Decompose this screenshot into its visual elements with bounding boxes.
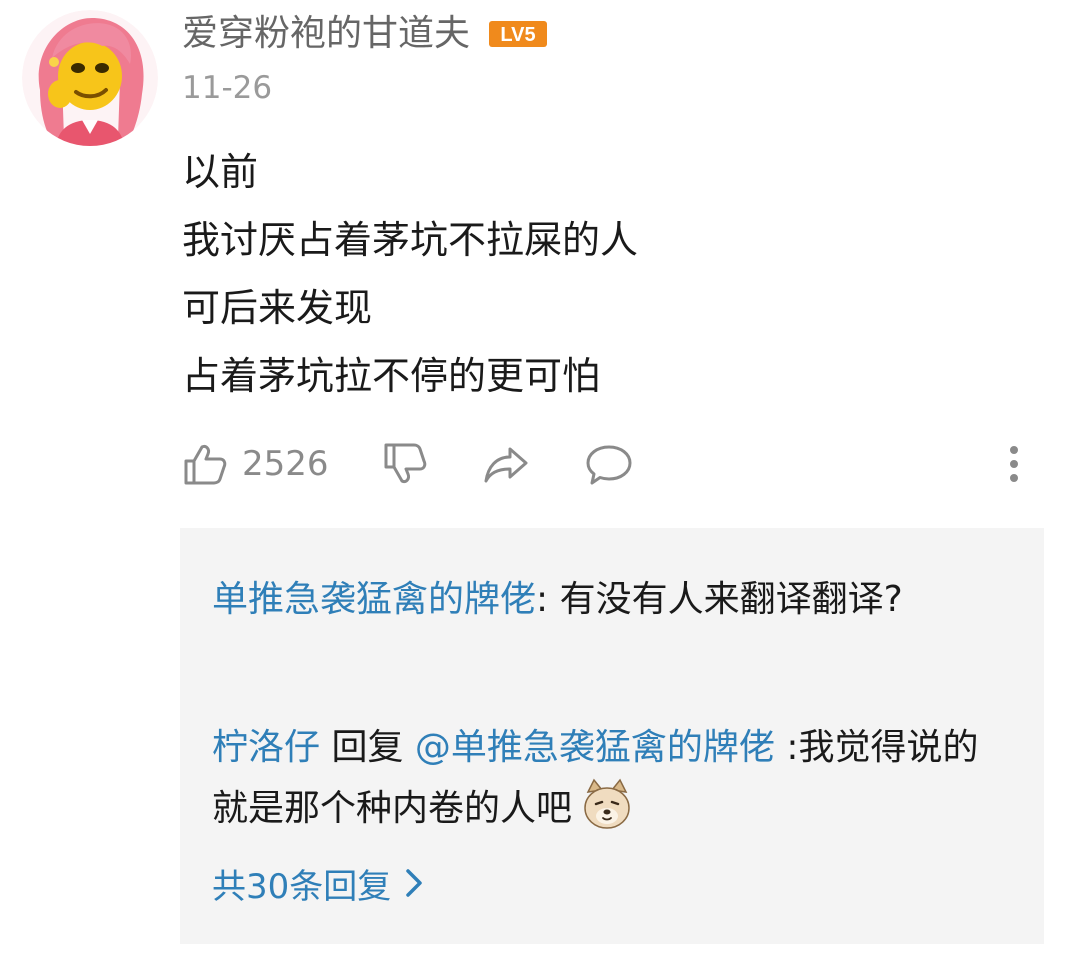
doge-emoji-icon: [580, 778, 634, 832]
level-badge: LV5: [488, 20, 548, 48]
reply-separator: :: [774, 727, 799, 768]
thumbs-down-icon: [384, 443, 427, 483]
view-all-replies-link[interactable]: 共30条回复: [212, 858, 423, 908]
comment-icon: [586, 445, 632, 485]
reply-item[interactable]: 柠洛仔 回复 @单推急袭猛禽的牌佬 :我觉得说的就是那个种内卷的人吧: [212, 718, 1002, 839]
comment-date: 11-26: [182, 70, 273, 106]
comment-line: 可后来发现: [182, 286, 373, 330]
like-count: 2526: [242, 444, 329, 484]
view-all-replies-label: 共30条回复: [212, 866, 392, 907]
reply-separator: :: [536, 579, 560, 620]
reply-mention-link[interactable]: @单推急袭猛禽的牌佬: [415, 727, 775, 768]
comment-thread: 爱穿粉袍的甘道夫 LV5 11-26 以前 我讨厌占着茅坑不拉屎的人 可后来发现…: [0, 0, 1080, 969]
username[interactable]: 爱穿粉袍的甘道夫: [182, 12, 470, 56]
replies-preview[interactable]: 单推急袭猛禽的牌佬: 有没有人来翻译翻译? 柠洛仔 回复 @单推急袭猛禽的牌佬 …: [180, 528, 1044, 944]
reply-item[interactable]: 单推急袭猛禽的牌佬: 有没有人来翻译翻译?: [212, 570, 1002, 630]
avatar[interactable]: [22, 10, 158, 146]
chevron-right-icon: [406, 869, 423, 897]
comment-header: 爱穿粉袍的甘道夫 LV5: [182, 12, 548, 56]
share-icon: [484, 447, 528, 483]
thumbs-up-icon: [184, 445, 227, 485]
level-badge-icon: LV5: [489, 21, 548, 47]
reply-author-link[interactable]: 柠洛仔: [212, 727, 320, 768]
comment-line: 我讨厌占着茅坑不拉屎的人: [182, 218, 639, 262]
reply-button[interactable]: [584, 436, 634, 492]
comment-line: 占着茅坑拉不停的更可怕: [182, 354, 601, 398]
reply-verb: 回复: [320, 727, 415, 768]
more-vertical-icon: [1010, 446, 1018, 482]
dislike-button[interactable]: [382, 436, 428, 492]
comment-actions: 2526: [182, 436, 1040, 492]
comment-line: 以前: [182, 150, 259, 194]
more-options-button[interactable]: [1000, 436, 1028, 492]
level-badge-text: LV5: [500, 24, 535, 46]
like-button[interactable]: 2526: [182, 436, 329, 492]
reply-text: 有没有人来翻译翻译?: [559, 579, 903, 620]
avatar-image: [22, 10, 158, 146]
share-button[interactable]: [482, 436, 530, 492]
comment-body: 以前 我讨厌占着茅坑不拉屎的人 可后来发现 占着茅坑拉不停的更可怕: [182, 138, 1042, 410]
reply-author-link[interactable]: 单推急袭猛禽的牌佬: [212, 579, 536, 620]
